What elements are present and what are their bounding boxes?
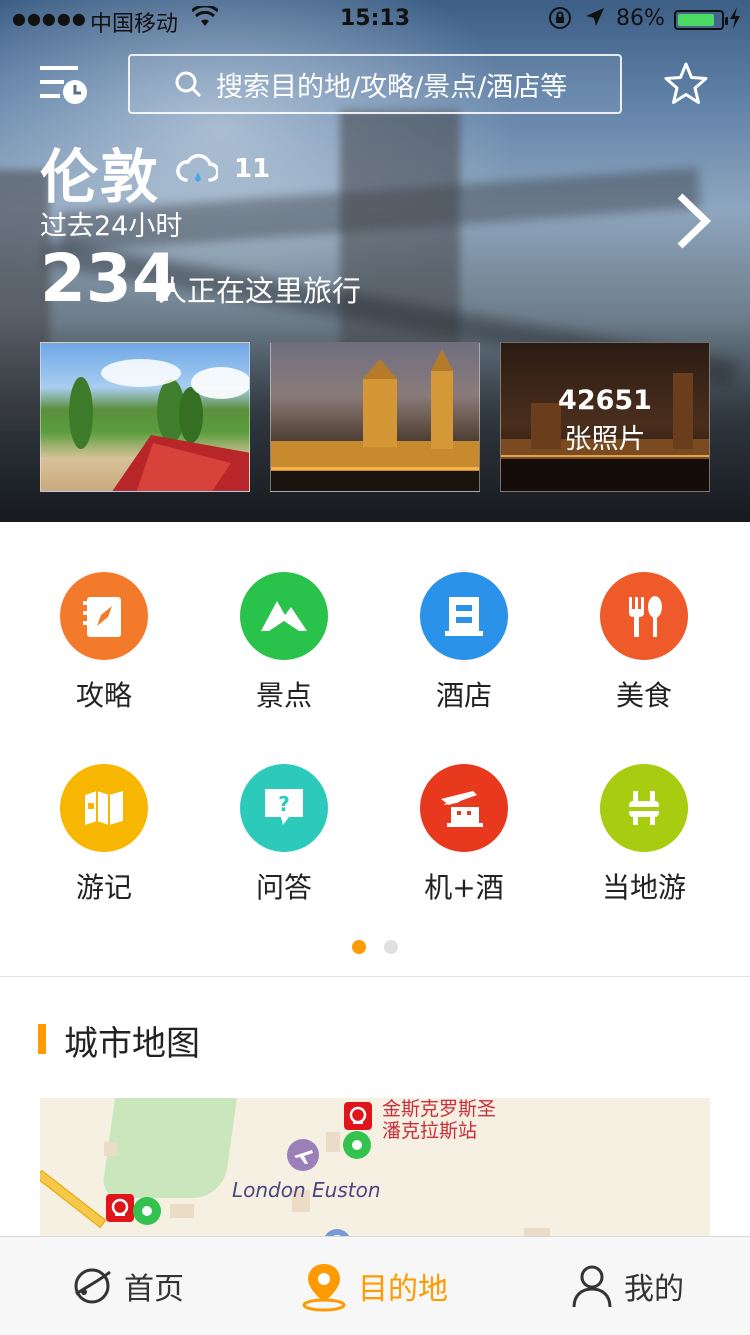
- city-name: 伦敦: [40, 143, 161, 211]
- map-block: [326, 1132, 340, 1152]
- photo-gallery-link[interactable]: 42651 张照片: [500, 342, 710, 492]
- parliament-photo: [271, 349, 479, 491]
- favorite-button[interactable]: [662, 60, 710, 108]
- search-icon: [174, 70, 202, 98]
- section-divider: [0, 976, 750, 977]
- past-24h-label: 过去24小时: [40, 211, 183, 242]
- photo-thumbnail-parliament[interactable]: [270, 342, 480, 492]
- chevron-right-icon: [677, 193, 712, 249]
- traveler-label: 人正在这里旅行: [158, 274, 362, 308]
- status-bar: ●●●●● 中国移动 15:13 86%: [0, 0, 750, 40]
- photo-thumbnail-garden[interactable]: [40, 342, 250, 492]
- tab-label: 目的地: [358, 1272, 448, 1307]
- rotation-lock-icon: [548, 6, 572, 36]
- local-tour-icon: [600, 764, 688, 852]
- charging-bolt-icon: [728, 6, 742, 36]
- city-map[interactable]: 金斯克罗斯圣 潘克拉斯站 London Euston: [40, 1098, 710, 1258]
- user-profile-icon: [572, 1265, 612, 1308]
- search-placeholder: 搜索目的地/攻略/景点/酒店等: [216, 71, 568, 103]
- euston-label: London Euston: [232, 1178, 381, 1202]
- category-travelogue[interactable]: 游记: [14, 714, 194, 904]
- page-dot[interactable]: [384, 940, 398, 954]
- mountain-icon: [240, 572, 328, 660]
- section-accent-bar: [38, 1024, 46, 1054]
- station-label-line: 金斯克罗斯圣: [382, 1098, 497, 1120]
- battery-percent: 86%: [616, 6, 665, 31]
- guide-compass-icon: [60, 572, 148, 660]
- tab-label: 首页: [124, 1272, 184, 1307]
- page-dot-active[interactable]: [352, 940, 366, 954]
- photo-count-label: 张照片: [564, 424, 646, 455]
- map-park: [100, 1098, 238, 1198]
- category-label: 游记: [75, 871, 132, 904]
- tab-mine[interactable]: 我的: [570, 1237, 684, 1335]
- temperature: 11: [234, 154, 271, 184]
- star-icon: [664, 62, 708, 104]
- map-block: [170, 1204, 194, 1218]
- category-attractions[interactable]: 景点: [194, 522, 374, 712]
- map-road: [40, 1169, 107, 1229]
- location-pin-icon: [302, 1264, 346, 1312]
- bottom-tab-bar: 首页 目的地 我的: [0, 1236, 750, 1335]
- hero-banner: ●●●●● 中国移动 15:13 86% 搜索目的地/攻略/景点/酒店等 伦敦 …: [0, 0, 750, 522]
- category-guide[interactable]: 攻略: [14, 522, 194, 712]
- category-qa[interactable]: ? 问答: [194, 714, 374, 904]
- search-bar[interactable]: 搜索目的地/攻略/景点/酒店等: [128, 54, 622, 114]
- category-grid: 攻略 景点 酒店 美食 游记 ? 问答 机+酒 当地游: [0, 522, 750, 976]
- category-label: 景点: [255, 679, 312, 712]
- question-bubble-icon: ?: [240, 764, 328, 852]
- map-marker-green[interactable]: [132, 1196, 162, 1230]
- history-menu-button[interactable]: [38, 62, 90, 108]
- flight-hotel-icon: [420, 764, 508, 852]
- city-detail-arrow[interactable]: [672, 192, 712, 250]
- battery-icon: [674, 10, 728, 30]
- map-marker-green[interactable]: [342, 1130, 372, 1164]
- station-label-line: 潘克拉斯站: [382, 1120, 478, 1142]
- category-hotels[interactable]: 酒店: [374, 522, 554, 712]
- category-label: 问答: [255, 871, 312, 904]
- page-indicator: [0, 940, 750, 954]
- category-local-tour[interactable]: 当地游: [554, 714, 734, 904]
- rain-cloud-icon: [176, 150, 220, 190]
- tab-label: 我的: [624, 1272, 684, 1307]
- category-label: 美食: [615, 679, 672, 712]
- category-food[interactable]: 美食: [554, 522, 734, 712]
- station-label-kings-cross: 金斯克罗斯圣 潘克拉斯站: [382, 1098, 496, 1142]
- city-map-title: 城市地图: [64, 1024, 200, 1064]
- rail-station-icon[interactable]: [106, 1194, 134, 1226]
- planet-home-icon: [74, 1268, 111, 1304]
- hotel-building-icon: [420, 572, 508, 660]
- svg-text:?: ?: [278, 792, 290, 816]
- category-label: 当地游: [601, 871, 686, 904]
- airport-icon[interactable]: [286, 1138, 320, 1176]
- battery-level: [678, 14, 715, 26]
- category-flight-hotel[interactable]: 机+酒: [374, 714, 554, 904]
- category-label: 机+酒: [424, 871, 504, 904]
- location-arrow-icon: [584, 6, 606, 34]
- history-menu-icon: [40, 66, 87, 104]
- fork-spoon-icon: [600, 572, 688, 660]
- map-book-icon: [60, 764, 148, 852]
- garden-photo: [69, 359, 249, 491]
- category-label: 攻略: [75, 679, 132, 712]
- tab-destination[interactable]: 目的地: [300, 1237, 448, 1335]
- photo-count: 42651: [558, 385, 652, 416]
- tab-home[interactable]: 首页: [70, 1237, 184, 1335]
- map-block: [104, 1142, 118, 1156]
- category-label: 酒店: [435, 679, 492, 712]
